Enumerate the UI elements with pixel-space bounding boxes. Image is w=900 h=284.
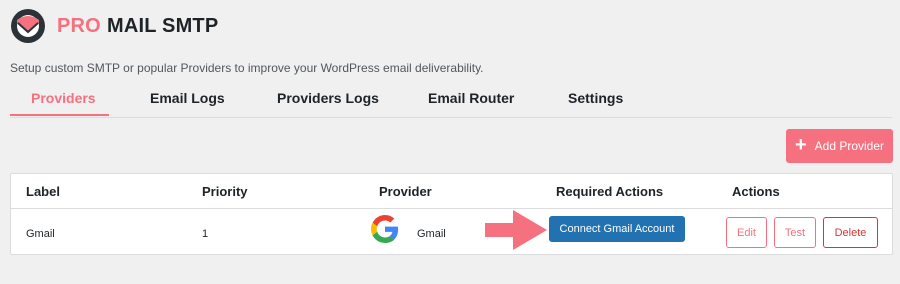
delete-button[interactable]: Delete	[823, 217, 878, 248]
header-actions: Actions	[732, 184, 780, 199]
page-description: Setup custom SMTP or popular Providers t…	[10, 61, 484, 75]
test-button[interactable]: Test	[774, 217, 816, 248]
row-provider: Gmail	[417, 228, 446, 240]
header-required-actions: Required Actions	[556, 184, 664, 199]
google-icon	[371, 215, 399, 243]
header-label: Label	[26, 184, 60, 199]
app-header: PRO MAIL SMTP	[10, 8, 218, 44]
tab-email-logs[interactable]: Email Logs	[150, 90, 225, 106]
active-tab-indicator	[10, 114, 109, 116]
mail-logo-icon	[11, 9, 45, 43]
tab-bar: Providers Email Logs Providers Logs Emai…	[10, 84, 892, 118]
app-title: PRO MAIL SMTP	[57, 15, 218, 38]
add-provider-label: Add Provider	[814, 139, 885, 153]
connect-gmail-button[interactable]: Connect Gmail Account	[549, 216, 685, 242]
header-provider: Provider	[379, 184, 432, 199]
table-header: Label Priority Provider Required Actions…	[11, 174, 892, 209]
row-priority: 1	[202, 228, 209, 240]
edit-button[interactable]: Edit	[726, 217, 767, 248]
header-priority: Priority	[202, 184, 248, 199]
providers-table: Label Priority Provider Required Actions…	[10, 173, 893, 255]
tab-providers-logs[interactable]: Providers Logs	[277, 90, 379, 106]
row-label: Gmail	[26, 228, 55, 240]
add-provider-button[interactable]: + Add Provider	[786, 129, 893, 163]
tab-email-router[interactable]: Email Router	[428, 90, 514, 106]
tab-settings[interactable]: Settings	[568, 90, 623, 106]
pointer-arrow-icon	[485, 210, 547, 250]
brand-name: MAIL SMTP	[106, 14, 219, 37]
plus-icon: +	[794, 134, 807, 156]
tab-providers[interactable]: Providers	[31, 90, 96, 106]
brand-pro: PRO	[57, 14, 101, 37]
